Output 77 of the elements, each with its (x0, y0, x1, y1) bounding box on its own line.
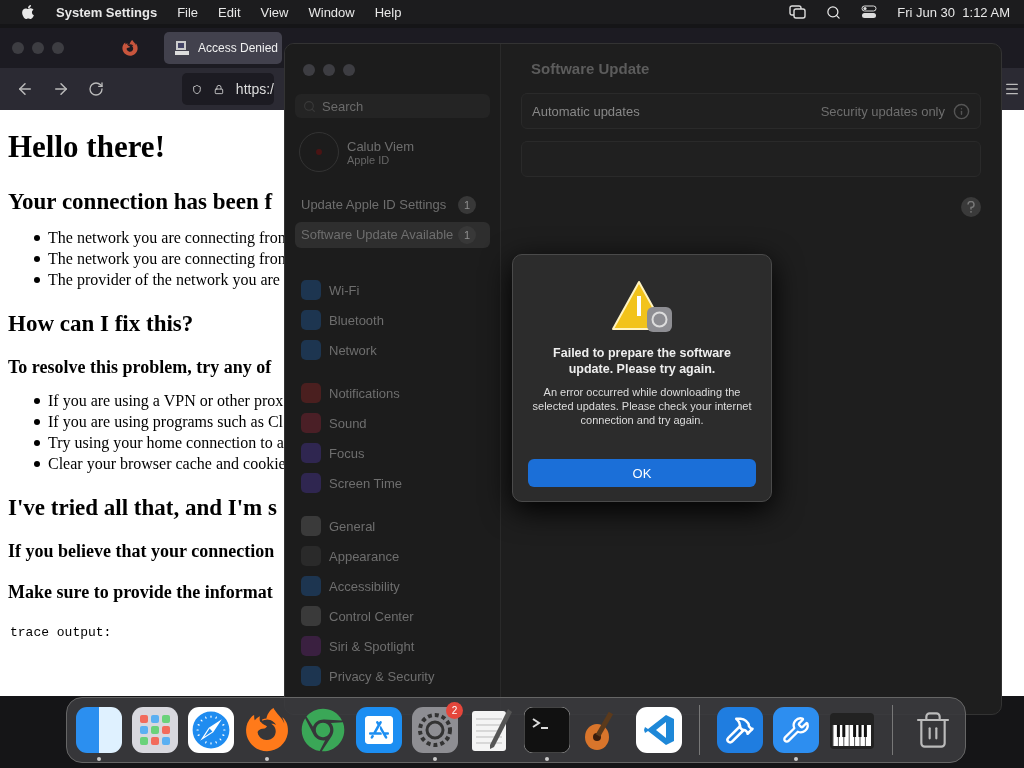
sidebar-item[interactable]: Focus (295, 443, 490, 463)
hammer-icon[interactable] (717, 707, 763, 753)
sidebar-item[interactable]: Notifications (295, 383, 490, 403)
notification-badge: 2 (446, 702, 463, 719)
address-field[interactable]: https:/ (182, 73, 274, 105)
menu-icon[interactable] (1004, 81, 1020, 97)
bullet-icon (34, 461, 40, 467)
ring-globe-icon[interactable] (300, 707, 346, 753)
bullet-icon (34, 235, 40, 241)
sidebar-item[interactable]: Control Center (295, 606, 490, 626)
wrench-icon[interactable] (773, 707, 819, 753)
back-icon[interactable] (16, 80, 34, 98)
computer-icon (174, 40, 190, 56)
list-item-text: Clear your browser cache and cookie (48, 455, 286, 473)
gear-icon[interactable] (412, 707, 458, 753)
list-item-text: If you are using programs such as Cl (48, 413, 284, 431)
app-store-icon[interactable] (356, 707, 402, 753)
dialog-title: Failed to prepare the software update. Please try again. (552, 345, 732, 377)
settings-row[interactable]: Automatic updates Security updates only (521, 93, 981, 129)
toggles-icon[interactable] (861, 5, 878, 19)
section-heading: Your connection has been f (8, 189, 273, 215)
clock-text[interactable]: Fri Jun 30 1:12 AM (897, 4, 1010, 20)
sidebar-alert[interactable]: Software Update Available 1 (295, 222, 490, 248)
grid-icon[interactable] (132, 707, 178, 753)
account-name: Calub Viem (347, 138, 414, 154)
reload-icon[interactable] (88, 81, 104, 97)
sidebar-item[interactable]: Bluetooth (295, 310, 490, 330)
sidebar-item[interactable]: Siri & Spotlight (295, 636, 490, 656)
windows-icon[interactable] (789, 5, 807, 19)
bullet-icon (34, 440, 40, 446)
sidebar-item[interactable]: Network (295, 340, 490, 360)
sidebar-item[interactable]: Screen Time (295, 473, 490, 493)
split-square-icon[interactable] (76, 707, 122, 753)
bullet-icon (34, 256, 40, 262)
help-icon[interactable] (961, 197, 981, 217)
page-heading: Hello there! (8, 129, 165, 165)
list-item-text: The provider of the network you are (48, 271, 280, 289)
app-menu[interactable]: System Settings (56, 4, 158, 20)
bold-paragraph: If you believe that your connection (8, 541, 275, 562)
apple-icon[interactable] (20, 4, 36, 20)
forward-icon[interactable] (52, 80, 70, 98)
dialog-message: An error occurred while downloading the selected updates. Please check your internet connection and try again. (531, 385, 753, 427)
bold-paragraph: Make sure to provide the informat (8, 582, 273, 603)
sidebar-item[interactable]: Wi-Fi (295, 280, 490, 300)
count-badge: 1 (458, 196, 476, 214)
ok-button[interactable]: OK (528, 459, 756, 487)
menu-item[interactable]: Help (374, 4, 402, 20)
terminal-icon[interactable] (524, 707, 570, 753)
bold-paragraph: To resolve this problem, try any of (8, 357, 272, 378)
sidebar-item[interactable]: Privacy & Security (295, 666, 490, 686)
fox-globe-icon[interactable] (122, 40, 138, 56)
compass-icon[interactable] (188, 707, 234, 753)
sidebar-item[interactable]: Accessibility (295, 576, 490, 596)
sidebar-item[interactable]: General (295, 516, 490, 536)
code-text: trace output: (10, 625, 112, 640)
code-editor-icon[interactable] (636, 707, 682, 753)
sidebar-item[interactable]: Appearance (295, 546, 490, 566)
pane-title: Software Update (531, 60, 651, 77)
search-icon[interactable] (826, 4, 842, 20)
fox-globe-icon[interactable] (244, 707, 290, 753)
section-heading: I've tried all that, and I'm s (8, 495, 277, 521)
account-subtitle: Apple ID (347, 153, 391, 166)
menu-item[interactable]: File (177, 4, 199, 20)
section-heading: How can I fix this? (8, 311, 194, 337)
menu-item[interactable]: Window (308, 4, 355, 20)
list-item-text: If you are using a VPN or other prox (48, 392, 284, 410)
bullet-icon (34, 277, 40, 283)
browser-tab[interactable]: Access Denied (164, 32, 282, 64)
bullet-icon (34, 398, 40, 404)
menu-item[interactable]: Edit (218, 4, 241, 20)
list-item-text: Try using your home connection to a (48, 434, 284, 452)
sidebar-item[interactable]: Sound (295, 413, 490, 433)
sidebar-alert[interactable]: Update Apple ID Settings 1 (295, 192, 490, 218)
search-field[interactable]: Search (295, 94, 490, 118)
menu-item[interactable]: View (260, 4, 289, 20)
count-badge: 1 (458, 226, 476, 244)
bullet-icon (34, 419, 40, 425)
